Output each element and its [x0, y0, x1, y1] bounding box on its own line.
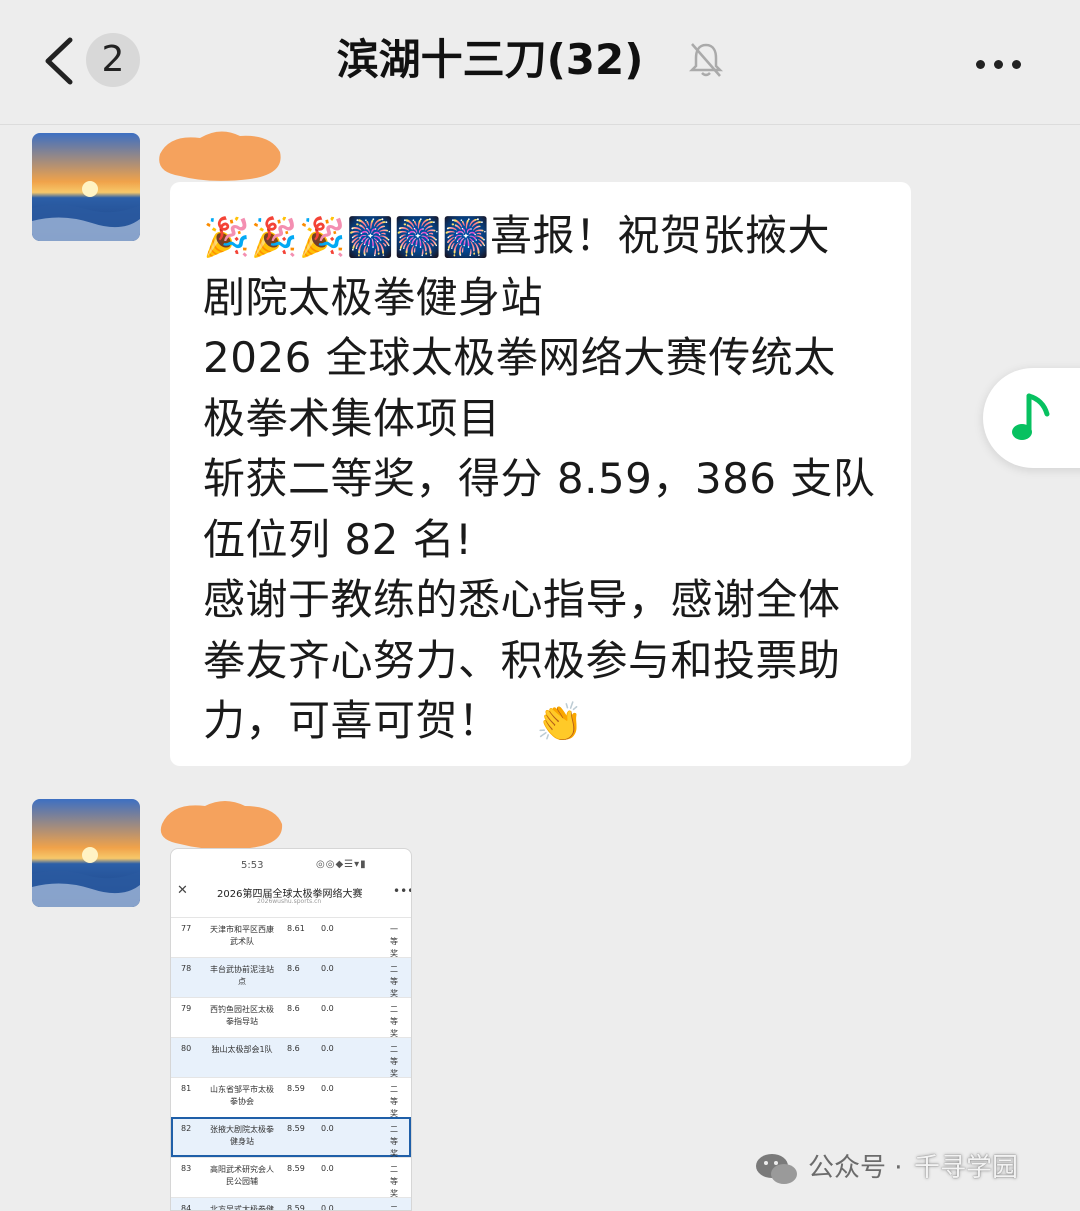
- team-cell: 西钓鱼园社区太极拳指导站: [210, 1005, 274, 1026]
- close-icon: ✕: [177, 883, 188, 898]
- sender-name-redacted: [159, 131, 281, 181]
- screenshot-status-bar: 5:53 ◎◎◆☰▾▮: [171, 849, 411, 879]
- rank-cell: 83: [181, 1164, 192, 1173]
- team-cell: 独山太极部会1队: [211, 1045, 273, 1054]
- award-cell: 二等奖: [390, 1085, 398, 1118]
- message-line: 感谢于教练的悉心指导，感谢全体: [203, 575, 841, 624]
- score-cell: 8.6: [287, 1004, 300, 1013]
- message-line: 伍位列 82 名!: [203, 514, 473, 564]
- extra-cell: 0.0: [321, 964, 334, 973]
- table-row: 82 张掖大剧院太极拳健身站 8.59 0.0 二等奖: [171, 1117, 411, 1158]
- watermark-account: 千寻学园: [914, 1153, 1019, 1183]
- message-line: 拳友齐心努力、积极参与和投票助: [203, 635, 841, 685]
- award-cell: 二等奖: [390, 965, 398, 998]
- screenshot-status-icons: ◎◎◆☰▾▮: [316, 859, 367, 870]
- chat-header: 2 滨湖十三刀(32): [0, 0, 1080, 125]
- rank-cell: 82: [181, 1124, 192, 1133]
- award-cell: 二等奖: [390, 1125, 398, 1158]
- rank-cell: 78: [181, 964, 192, 973]
- music-note-icon: [1012, 393, 1050, 440]
- score-cell: 8.6: [287, 1044, 300, 1053]
- fireworks-icon: 🎆: [346, 215, 395, 259]
- avatar[interactable]: [32, 799, 140, 907]
- extra-cell: 0.0: [321, 1084, 334, 1093]
- table-row: 80 独山太极部会1队 8.6 0.0 二等奖: [171, 1037, 411, 1078]
- score-cell: 8.59: [287, 1084, 305, 1093]
- more-dots-icon[interactable]: [976, 54, 1030, 69]
- table-row: 79 西钓鱼园社区太极拳指导站 8.6 0.0 二等奖: [171, 997, 411, 1038]
- image-message[interactable]: 5:53 ◎◎◆☰▾▮ ✕ 2026第四届全球太极拳网络大赛 2026wushu…: [170, 848, 412, 1211]
- fireworks-icon: 🎆: [442, 215, 490, 259]
- score-cell: 8.61: [287, 924, 305, 933]
- message-text: 力，可喜可贺！: [203, 696, 501, 745]
- score-cell: 8.59: [287, 1164, 305, 1173]
- chevron-left-icon[interactable]: [40, 36, 80, 86]
- extra-cell: 0.0: [321, 1004, 334, 1013]
- rank-cell: 84: [181, 1204, 192, 1211]
- fireworks-icon: 🎆: [394, 215, 443, 259]
- table-row: 78 丰台武协前泥洼站点 8.6 0.0 二等奖: [171, 957, 411, 998]
- rank-cell: 80: [181, 1044, 192, 1053]
- award-cell: 二等奖: [390, 1005, 398, 1038]
- screenshot-header: ✕ 2026第四届全球太极拳网络大赛 2026wushu.sports.cn •…: [171, 879, 411, 917]
- avatar[interactable]: [32, 133, 140, 241]
- floating-music-button[interactable]: [983, 368, 1080, 468]
- team-cell: 北方吴式太极拳健身俱乐部: [210, 1205, 274, 1211]
- watermark: 公众号 · 千寻学园: [754, 1146, 1054, 1190]
- ranking-table: 77 天津市和平区西康武术队 8.61 0.0 一等奖 78 丰台武协前泥洼站点 8.6 0.0…: [171, 917, 411, 1211]
- screenshot-time: 5:53: [241, 860, 264, 871]
- table-row: 81 山东省邹平市太极拳协会 8.59 0.0 二等奖: [171, 1077, 411, 1118]
- extra-cell: 0.0: [321, 1124, 334, 1133]
- score-cell: 8.6: [287, 964, 300, 973]
- watermark-label: 公众号 ·: [808, 1153, 903, 1183]
- party-popper-icon: 🎉: [203, 215, 251, 259]
- award-cell: 一等奖: [390, 925, 398, 958]
- message-line: 斩获二等奖，得分 8.59，386 支队: [203, 454, 876, 503]
- message-text: 喜报！祝贺张掖大: [489, 211, 830, 260]
- screenshot-url: 2026wushu.sports.cn: [257, 898, 322, 905]
- award-cell: 二等奖: [390, 1165, 398, 1198]
- more-dots-icon: •••: [393, 884, 411, 898]
- sender-name-redacted: [160, 801, 283, 850]
- table-row: 84 北方吴式太极拳健身俱乐部 8.59 0.0 二等奖: [171, 1197, 411, 1211]
- message-line: 力，可喜可贺！ 👏: [203, 691, 881, 753]
- message-bubble[interactable]: 🎉🎉🎉🎆🎆🎆喜报！祝贺张掖大 剧院太极拳健身站 2026 全球太极拳网络大赛传统…: [170, 182, 911, 766]
- unread-count-badge[interactable]: 2: [86, 33, 140, 87]
- extra-cell: 0.0: [321, 1044, 334, 1053]
- rank-cell: 77: [181, 924, 192, 933]
- award-cell: 二等奖: [390, 1045, 398, 1078]
- score-cell: 8.59: [287, 1204, 305, 1211]
- rank-cell: 81: [181, 1084, 192, 1093]
- table-row: 77 天津市和平区西康武术队 8.61 0.0 一等奖: [171, 917, 411, 958]
- message-line: 剧院太极拳健身站: [203, 272, 544, 322]
- team-cell: 山东省邹平市太极拳协会: [210, 1085, 274, 1106]
- wechat-icon: [756, 1154, 797, 1184]
- team-cell: 张掖大剧院太极拳健身站: [210, 1125, 274, 1146]
- award-cell: 二等奖: [390, 1205, 398, 1211]
- message-line: 极拳术集体项目: [203, 393, 501, 443]
- table-row: 83 高阳武术研究会人民公园辅 8.59 0.0 二等奖: [171, 1157, 411, 1198]
- score-cell: 8.59: [287, 1124, 305, 1133]
- party-popper-icon: 🎉: [298, 215, 347, 259]
- rank-cell: 79: [181, 1004, 192, 1013]
- extra-cell: 0.0: [321, 1164, 334, 1173]
- extra-cell: 0.0: [321, 924, 334, 933]
- clapping-hands-icon: 👏: [536, 700, 585, 744]
- bell-muted-icon: [688, 43, 724, 77]
- chat-title: 滨湖十三刀(32): [336, 35, 644, 84]
- message-line: 🎉🎉🎉🎆🎆🎆喜报！祝贺张掖大: [203, 206, 881, 268]
- extra-cell: 0.0: [321, 1204, 334, 1211]
- team-cell: 高阳武术研究会人民公园辅: [210, 1165, 274, 1186]
- message-line: 2026 全球太极拳网络大赛传统太: [203, 333, 836, 382]
- party-popper-icon: 🎉: [250, 215, 299, 259]
- team-cell: 天津市和平区西康武术队: [210, 925, 274, 946]
- team-cell: 丰台武协前泥洼站点: [210, 965, 274, 986]
